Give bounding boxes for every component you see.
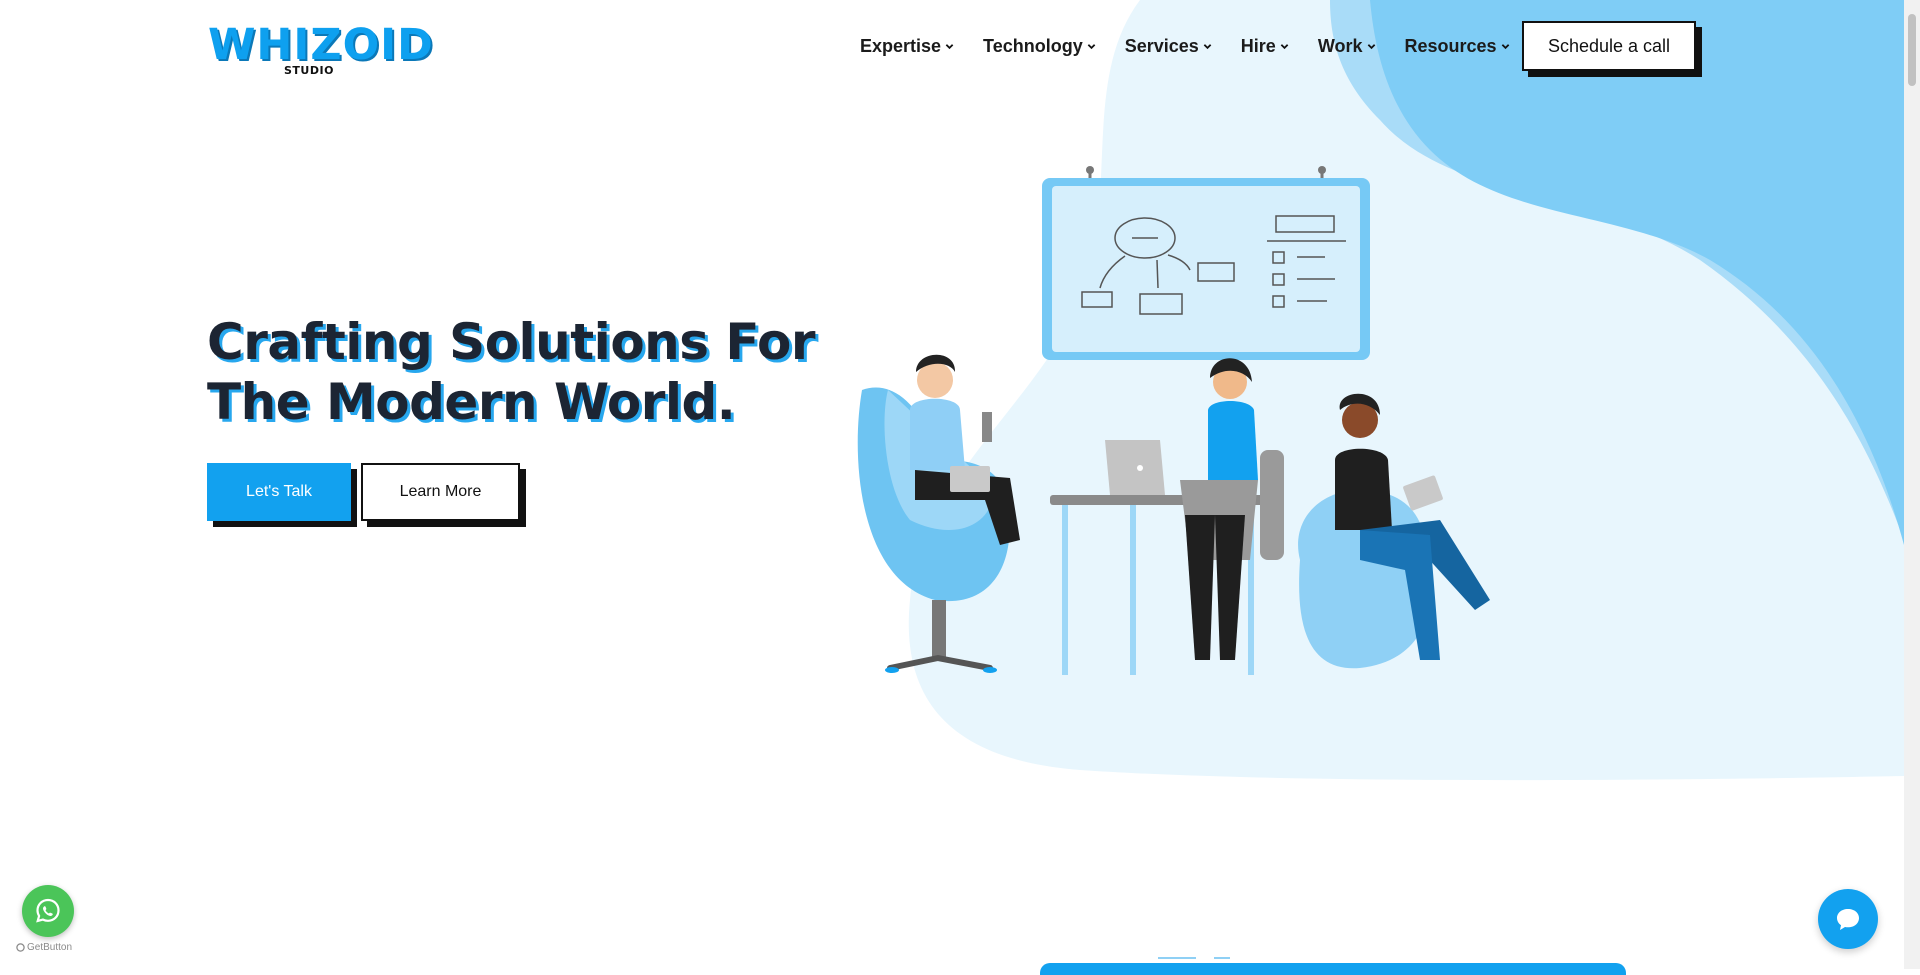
- nav-item-hire[interactable]: Hire: [1241, 36, 1289, 57]
- chat-bubble-icon: [1837, 909, 1859, 930]
- whatsapp-button[interactable]: [22, 885, 74, 937]
- nav-item-label: Expertise: [860, 36, 942, 56]
- team-illustration: [857, 166, 1490, 675]
- getbutton-link[interactable]: GetButton: [16, 942, 72, 953]
- logo-wordmark: WHIZOID: [208, 20, 434, 70]
- chevron-down-icon: [1087, 44, 1096, 50]
- chevron-down-icon: [945, 44, 954, 50]
- person-egg-chair: [857, 354, 1020, 673]
- schedule-call-button[interactable]: Schedule a call: [1522, 21, 1696, 71]
- brand-logo[interactable]: WHIZOID STUDIO: [208, 22, 433, 78]
- live-chat-button[interactable]: [1818, 889, 1878, 949]
- nav-item-technology[interactable]: Technology: [983, 36, 1096, 57]
- getbutton-label: GetButton: [27, 942, 73, 953]
- learn-more-button[interactable]: Learn More: [361, 463, 520, 521]
- decorative-line: [1214, 957, 1230, 959]
- chevron-down-icon: [1367, 44, 1375, 50]
- desk-scene: [1050, 358, 1284, 675]
- nav-item-label: Resources: [1404, 36, 1497, 56]
- main-nav: Expertise Technology Services Hire Work …: [860, 36, 1539, 57]
- whiteboard-graphic: [1042, 166, 1370, 360]
- next-section-card: [1040, 963, 1626, 975]
- scrollbar-thumb[interactable]: [1908, 14, 1916, 86]
- decorative-line: [1158, 957, 1196, 959]
- person-beanbag: [1298, 393, 1490, 669]
- nav-item-label: Technology: [983, 36, 1083, 56]
- chevron-down-icon: [1501, 44, 1509, 50]
- nav-item-label: Work: [1317, 36, 1363, 56]
- nav-item-services[interactable]: Services: [1125, 36, 1212, 57]
- hero-title: Crafting Solutions For The Modern World.: [207, 312, 827, 432]
- getbutton-logo-icon: [16, 943, 25, 952]
- nav-item-resources[interactable]: Resources: [1405, 36, 1510, 57]
- lets-talk-button[interactable]: Let's Talk: [207, 463, 351, 521]
- chevron-down-icon: [1280, 44, 1289, 50]
- logo-subtitle: STUDIO: [284, 64, 334, 77]
- nav-item-work[interactable]: Work: [1318, 36, 1376, 57]
- nav-item-expertise[interactable]: Expertise: [860, 36, 954, 57]
- whatsapp-icon: [36, 898, 60, 923]
- hero-title-line1: Crafting Solutions For: [207, 313, 816, 371]
- nav-item-label: Services: [1124, 36, 1199, 56]
- page-scrollbar[interactable]: [1904, 0, 1920, 969]
- hero-title-line2: The Modern World.: [207, 373, 736, 431]
- chevron-down-icon: [1203, 44, 1212, 50]
- nav-item-label: Hire: [1240, 36, 1276, 56]
